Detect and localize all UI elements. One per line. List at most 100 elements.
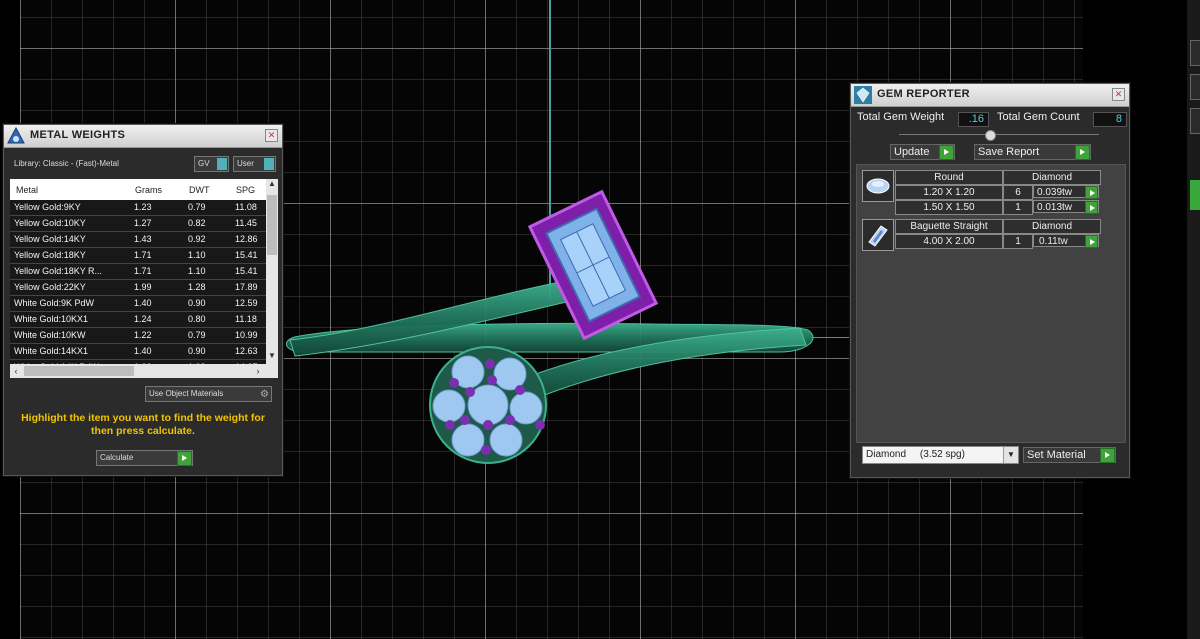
calculate-label: Calculate [100, 453, 134, 462]
chevron-down-icon[interactable]: ▼ [1003, 447, 1018, 463]
close-icon[interactable]: ✕ [1112, 88, 1125, 101]
scroll-left-icon[interactable]: ‹ [10, 364, 22, 378]
cell-spg: 17.89 [235, 282, 258, 292]
cell-metal: White Gold:9K PdW [14, 298, 95, 308]
scroll-up-icon[interactable]: ▲ [266, 179, 278, 191]
toolbar-tool-button[interactable] [1190, 74, 1200, 100]
horizontal-scrollbar[interactable]: ‹ › [10, 364, 278, 378]
scroll-right-icon[interactable]: › [252, 364, 264, 378]
gem-shape-cell[interactable]: Baguette Straight [895, 219, 1003, 234]
cell-grams: 1.71 [134, 250, 152, 260]
table-row[interactable]: Yellow Gold:10KY 1.27 0.82 11.45 [10, 216, 266, 232]
column-header-grams[interactable]: Grams [135, 185, 162, 195]
column-header-dwt[interactable]: DWT [189, 185, 210, 195]
cell-dwt: 0.92 [188, 234, 206, 244]
gem-count-cell[interactable]: 6 [1003, 185, 1033, 200]
gem-weight-text: 0.11tw [1039, 236, 1068, 247]
use-object-materials-button[interactable]: Use Object Materials ⚙ [145, 386, 272, 402]
update-label: Update [894, 146, 930, 158]
gem-count-cell[interactable]: 1 [1003, 200, 1033, 215]
gem-material-cell[interactable]: Diamond [1003, 170, 1101, 185]
cell-dwt: 1.10 [188, 266, 206, 276]
user-toggle-button[interactable]: User [233, 156, 276, 172]
table-row[interactable]: Yellow Gold:14KY 1.43 0.92 12.86 [10, 232, 266, 248]
gv-label: GV [198, 159, 210, 168]
gv-toggle-button[interactable]: GV [194, 156, 229, 172]
baguette-gem-icon[interactable] [862, 219, 894, 251]
set-material-button[interactable]: Set Material [1023, 447, 1116, 463]
table-row[interactable]: Yellow Gold:22KY 1.99 1.28 17.89 [10, 280, 266, 296]
scroll-down-icon[interactable]: ▼ [266, 351, 278, 363]
column-header-spg[interactable]: SPG [236, 185, 255, 195]
table-row[interactable]: Yellow Gold:18KY 1.71 1.10 15.41 [10, 248, 266, 264]
gem-weight-cell[interactable]: 0.039tw [1033, 185, 1099, 199]
toolbar-tool-button[interactable] [1190, 108, 1200, 134]
cell-metal: White Gold:10KW [14, 330, 86, 340]
gem-reporter-icon [854, 86, 872, 104]
toolbar-tool-button[interactable] [1190, 40, 1200, 66]
cluster-setting [429, 346, 547, 464]
cell-dwt: 0.90 [188, 298, 206, 308]
material-select[interactable]: Diamond (3.52 spg) ▼ [862, 446, 1019, 464]
update-button[interactable]: Update [890, 144, 955, 160]
cell-grams: 1.71 [134, 266, 152, 276]
save-report-label: Save Report [978, 146, 1040, 158]
cell-spg: 11.08 [235, 202, 257, 212]
use-object-materials-label: Use Object Materials [149, 389, 224, 398]
cell-dwt: 1.28 [188, 282, 206, 292]
table-row[interactable]: White Gold:10KX1 1.24 0.80 11.18 [10, 312, 266, 328]
vertical-scrollbar[interactable]: ▲ ▼ [266, 179, 278, 364]
go-arrow-icon [177, 451, 192, 466]
gem-reporter-titlebar[interactable]: GEM REPORTER ✕ [851, 84, 1129, 107]
gem-material-cell[interactable]: Diamond [1003, 219, 1101, 234]
table-row[interactable]: White Gold:10KW 1.22 0.79 10.99 [10, 328, 266, 344]
divider-knob[interactable] [985, 130, 996, 141]
gem-shape-cell[interactable]: Round [895, 170, 1003, 185]
calculate-button[interactable]: Calculate [96, 450, 193, 466]
total-gem-count-value: 8 [1093, 112, 1127, 127]
table-row[interactable]: Yellow Gold:18KY R... 1.71 1.10 15.41 [10, 264, 266, 280]
gem-reporter-panel: GEM REPORTER ✕ Total Gem Weight .16 Tota… [850, 83, 1130, 478]
gem-weight-cell[interactable]: 0.013tw [1033, 200, 1099, 214]
material-select-value: Diamond (3.52 spg) [866, 449, 965, 460]
save-report-button[interactable]: Save Report [974, 144, 1091, 160]
set-material-label: Set Material [1027, 449, 1086, 461]
cell-spg: 10.99 [235, 330, 258, 340]
go-arrow-icon[interactable] [1085, 235, 1098, 248]
gem-report-list: Round Diamond 1.20 X 1.20 6 0.039tw 1.50… [856, 164, 1126, 443]
round-gem-icon[interactable] [862, 170, 894, 202]
gem-weight-text: 0.013tw [1037, 202, 1073, 213]
gem-count-cell[interactable]: 1 [1003, 234, 1033, 249]
close-icon[interactable]: ✕ [265, 129, 278, 142]
gem-size-cell[interactable]: 4.00 X 2.00 [895, 234, 1003, 249]
baguette-setting [527, 189, 659, 341]
gem-size-cell[interactable]: 1.20 X 1.20 [895, 185, 1003, 200]
go-arrow-icon [1075, 145, 1090, 160]
table-row[interactable]: Yellow Gold:9KY 1.23 0.79 11.08 [10, 200, 266, 216]
library-label: Library: Classic - (Fast)-Metal [14, 159, 119, 168]
metal-weights-titlebar[interactable]: METAL WEIGHTS ✕ [4, 125, 282, 148]
metal-weights-icon [7, 126, 25, 144]
scroll-thumb[interactable] [24, 366, 134, 376]
cell-dwt: 0.82 [188, 218, 206, 228]
scroll-thumb[interactable] [267, 195, 277, 255]
column-header-metal[interactable]: Metal [16, 185, 38, 195]
table-row[interactable]: White Gold:14KX1 1.40 0.90 12.63 [10, 344, 266, 360]
table-body: Yellow Gold:9KY 1.23 0.79 11.08 Yellow Gold:… [10, 200, 266, 376]
gem-weight-cell[interactable]: 0.11tw [1033, 234, 1099, 248]
table-row[interactable]: White Gold:9K PdW 1.40 0.90 12.59 [10, 296, 266, 312]
cell-spg: 12.86 [235, 234, 258, 244]
go-arrow-icon[interactable] [1085, 201, 1098, 214]
cell-grams: 1.24 [134, 314, 152, 324]
metal-table[interactable]: Metal Grams DWT SPG Yellow Gold:9KY 1.23 0… [10, 179, 278, 378]
table-header: Metal Grams DWT SPG [10, 179, 266, 199]
cell-grams: 1.22 [134, 330, 152, 340]
cell-metal: White Gold:10KX1 [14, 314, 89, 324]
go-arrow-icon[interactable] [1085, 186, 1098, 199]
metal-weights-panel: METAL WEIGHTS ✕ Library: Classic - (Fast… [3, 124, 283, 476]
gem-size-cell[interactable]: 1.50 X 1.50 [895, 200, 1003, 215]
cell-metal: Yellow Gold:18KY R... [14, 266, 103, 276]
cell-metal: Yellow Gold:10KY [14, 218, 86, 228]
cell-dwt: 0.79 [188, 330, 206, 340]
go-arrow-icon [939, 145, 954, 160]
